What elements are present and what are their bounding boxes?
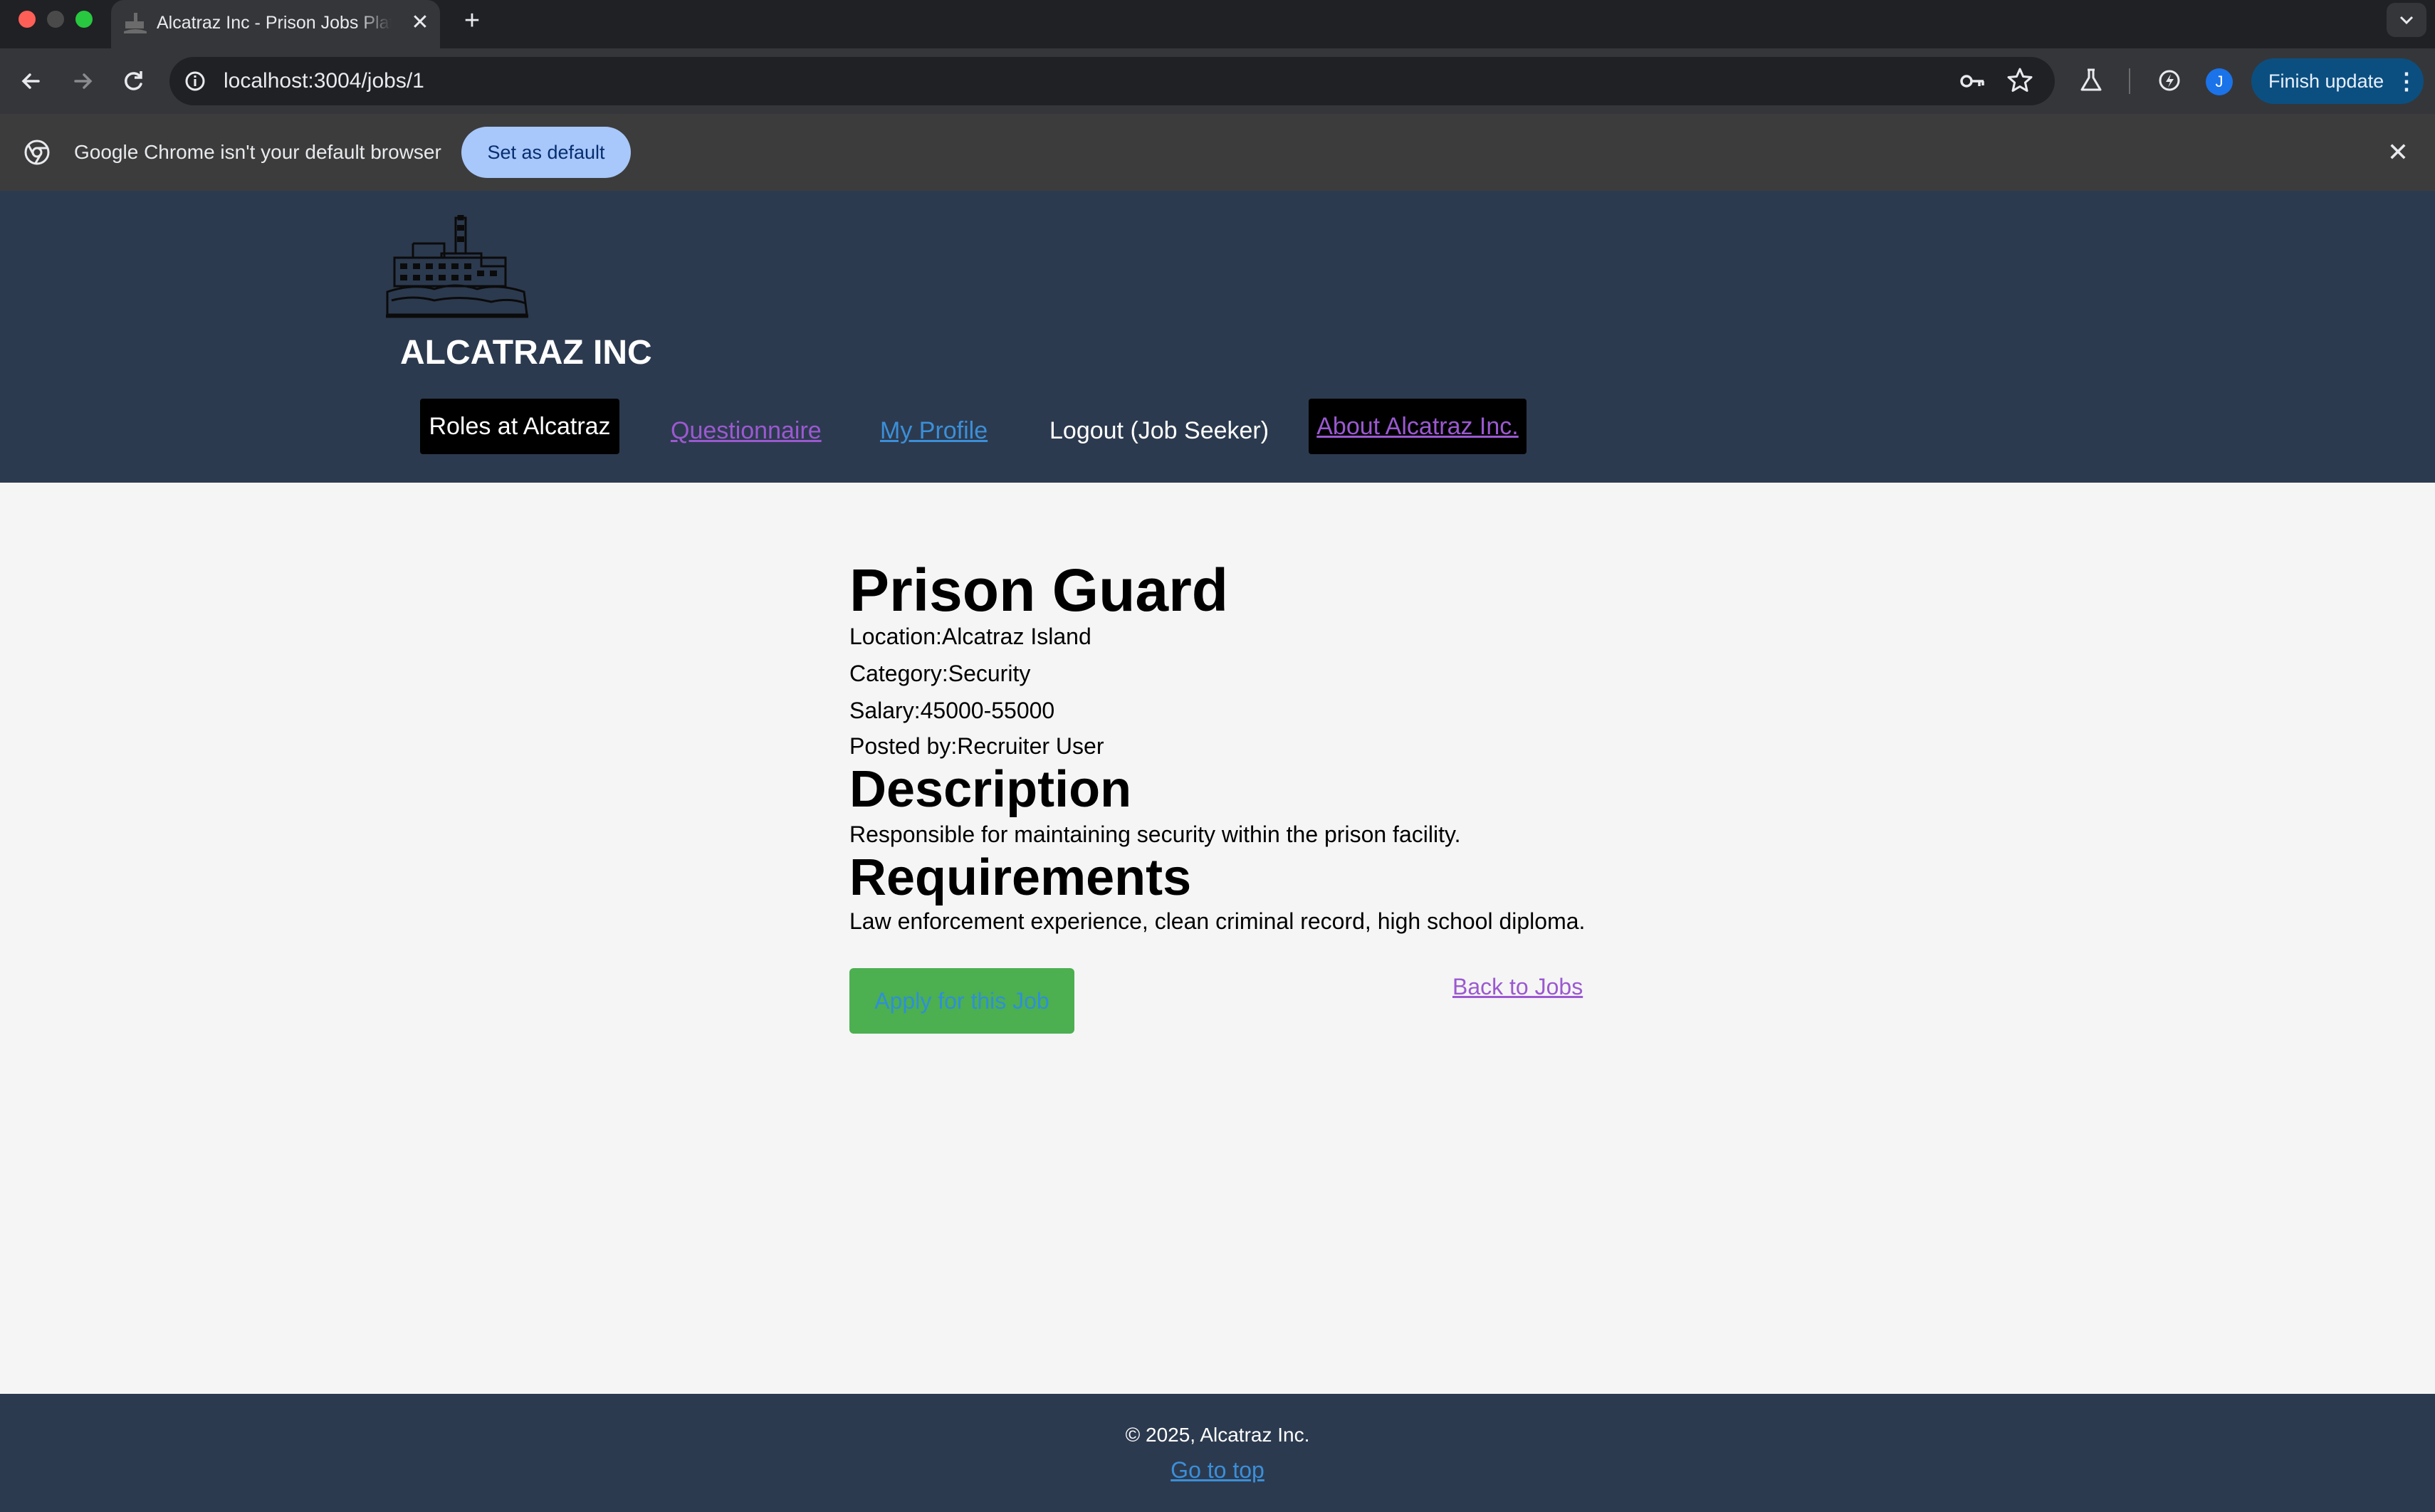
kebab-menu-icon[interactable]: ⋮ (2395, 68, 2418, 94)
new-tab-button[interactable]: + (456, 4, 488, 37)
nav-my-profile[interactable]: My Profile (880, 403, 988, 458)
close-window-button[interactable] (19, 11, 36, 28)
description-heading: Description (849, 761, 1132, 818)
tab-close-icon[interactable]: ✕ (406, 9, 434, 37)
site-info-icon[interactable] (182, 68, 208, 94)
minimize-window-button[interactable] (47, 11, 64, 28)
nav-about-alcatraz[interactable]: About Alcatraz Inc. (1309, 399, 1527, 454)
back-to-jobs-link[interactable]: Back to Jobs (1452, 970, 1583, 1004)
set-as-default-button[interactable]: Set as default (461, 127, 631, 178)
bookmark-star-icon[interactable] (2005, 65, 2035, 95)
job-category: Category:Security (849, 661, 1031, 686)
job-location: Location:Alcatraz Island (849, 624, 1091, 649)
apply-for-job-button[interactable]: Apply for this Job (849, 968, 1074, 1034)
tab-search-button[interactable] (2387, 3, 2426, 37)
footer-copyright: © 2025, Alcatraz Inc. (1125, 1424, 1310, 1446)
nav-logout[interactable]: Logout (Job Seeker) (1049, 403, 1269, 458)
chevron-down-icon (2399, 16, 2414, 25)
alcatraz-favicon-icon (124, 13, 147, 33)
site-brand[interactable]: ALCATRAZ INC (400, 330, 652, 376)
job-requirements: Law enforcement experience, clean crimin… (849, 908, 1586, 934)
url-text[interactable]: localhost:3004/jobs/1 (224, 65, 424, 97)
toolbar-divider (2129, 68, 2130, 94)
reload-icon[interactable] (114, 61, 154, 101)
profile-avatar[interactable]: J (2206, 68, 2233, 95)
back-arrow-icon[interactable] (11, 61, 51, 101)
go-to-top-link[interactable]: Go to top (1168, 1454, 1267, 1486)
requirements-heading: Requirements (849, 849, 1192, 906)
infobar-close-icon[interactable]: ✕ (2382, 137, 2414, 168)
performance-icon[interactable] (2154, 65, 2184, 95)
alcatraz-island-logo (386, 215, 528, 318)
labs-flask-icon[interactable] (2076, 65, 2106, 95)
nav-questionnaire[interactable]: Questionnaire (671, 403, 822, 458)
forward-arrow-icon[interactable] (63, 61, 103, 101)
maximize-window-button[interactable] (75, 11, 93, 28)
site-footer (0, 1394, 2435, 1512)
infobar-message: Google Chrome isn't your default browser (74, 141, 441, 163)
chrome-logo-icon (24, 140, 50, 165)
job-title: Prison Guard (849, 557, 1229, 624)
password-key-icon[interactable] (1958, 67, 1986, 95)
tab-title: Alcatraz Inc - Prison Jobs Platform (157, 13, 392, 33)
nav-roles-at-alcatraz[interactable]: Roles at Alcatraz (420, 399, 619, 454)
job-salary: Salary:45000-55000 (849, 698, 1055, 723)
address-bar[interactable] (169, 57, 2055, 105)
